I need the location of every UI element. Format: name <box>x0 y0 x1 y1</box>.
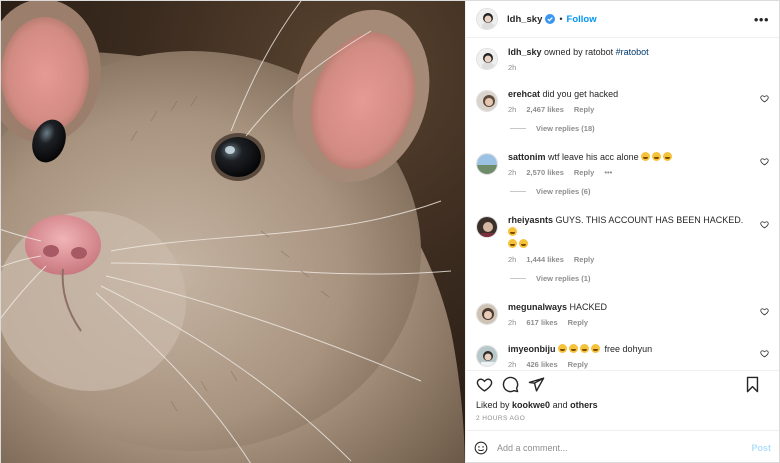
reply-button[interactable]: Reply <box>574 255 594 264</box>
replies-divider <box>510 191 526 192</box>
view-replies-label: View replies (6) <box>536 187 591 196</box>
replies-divider <box>510 128 526 129</box>
comment-likes[interactable]: 617 likes <box>526 318 557 327</box>
laughing-emoji-icon <box>663 152 673 161</box>
caption-hashtag[interactable]: #ratobot <box>616 47 649 57</box>
comment-bubble-icon[interactable] <box>502 376 519 393</box>
comment-likes[interactable]: 1,444 likes <box>526 255 564 264</box>
like-comment-heart-icon[interactable] <box>760 349 769 360</box>
rat-photo <box>1 1 465 463</box>
like-heart-icon[interactable] <box>476 376 493 393</box>
follow-button[interactable]: Follow <box>567 14 597 25</box>
laughing-emoji-icon <box>580 344 590 353</box>
comments-list[interactable]: ldh_sky owned by ratobot #ratobot 2h ere… <box>466 38 779 370</box>
comment-time: 2h <box>508 105 517 114</box>
avatar[interactable] <box>476 90 498 112</box>
comment-text: free dohyun <box>604 344 653 354</box>
share-paper-plane-icon[interactable] <box>528 376 545 393</box>
add-comment-bar: Post <box>466 430 779 463</box>
comment-more-icon[interactable]: ••• <box>604 168 612 177</box>
reply-button[interactable]: Reply <box>568 360 588 369</box>
comment-username[interactable]: erehcat <box>508 89 540 99</box>
like-comment-heart-icon[interactable] <box>760 220 769 231</box>
view-replies-label: View replies (1) <box>536 274 591 283</box>
comment-time: 2h <box>508 255 517 264</box>
separator-dot: • <box>559 14 563 24</box>
likes-prefix: Liked by <box>476 400 510 410</box>
emoji-smiley-icon[interactable] <box>474 441 488 455</box>
post-timestamp: 2 HOURS AGO <box>476 415 526 422</box>
laughing-emoji-icon <box>569 344 579 353</box>
caption-time: 2h <box>508 63 517 72</box>
comment-time: 2h <box>508 168 517 177</box>
likes-and: and <box>552 400 568 410</box>
verified-badge-icon <box>545 14 556 24</box>
like-comment-heart-icon[interactable] <box>760 157 769 168</box>
avatar[interactable] <box>476 8 498 30</box>
laughing-emoji-icon <box>652 152 662 161</box>
laughing-emoji-icon <box>641 152 651 161</box>
post-comment-button[interactable]: Post <box>751 443 771 453</box>
comment-text: did you get hacked <box>542 89 619 99</box>
view-replies-button[interactable]: View replies (1) <box>510 274 769 283</box>
post-actions <box>466 370 779 398</box>
reply-button[interactable]: Reply <box>574 168 594 177</box>
comment-likes[interactable]: 2,570 likes <box>526 168 564 177</box>
post-header: ldh_sky • Follow ••• <box>466 1 779 38</box>
instagram-post: ldh_sky • Follow ••• ldh_sky owned by ra… <box>0 0 780 463</box>
avatar[interactable] <box>476 216 498 238</box>
comment-likes[interactable]: 426 likes <box>526 360 557 369</box>
like-comment-heart-icon[interactable] <box>760 94 769 105</box>
comment-item: imyeonbiju free dohyun 2h 426 likes Repl… <box>476 343 769 369</box>
comment-username[interactable]: rheiyasnts <box>508 215 553 225</box>
comment-text: GUYS. THIS ACCOUNT HAS BEEN HACKED. <box>555 215 744 225</box>
likes-others[interactable]: others <box>570 400 598 410</box>
comment-time: 2h <box>508 360 517 369</box>
view-replies-button[interactable]: View replies (6) <box>510 187 769 196</box>
laughing-emoji-icon <box>508 227 517 236</box>
comment-item: megunalways HACKED 2h 617 likes Reply <box>476 301 769 327</box>
comment-username[interactable]: imyeonbiju <box>508 344 556 354</box>
comment-item: sattonim wtf leave his acc alone 2h 2,57… <box>476 151 769 177</box>
replies-divider <box>510 278 526 279</box>
laughing-emoji-icon <box>558 344 568 353</box>
caption-username[interactable]: ldh_sky <box>508 47 542 57</box>
avatar[interactable] <box>476 345 498 367</box>
save-bookmark-icon[interactable] <box>745 376 760 393</box>
avatar[interactable] <box>476 303 498 325</box>
reply-button[interactable]: Reply <box>568 318 588 327</box>
laughing-emoji-icon <box>508 239 517 248</box>
comment-likes[interactable]: 2,467 likes <box>526 105 564 114</box>
more-horizontal-icon[interactable]: ••• <box>754 12 769 27</box>
comment-username[interactable]: megunalways <box>508 302 567 312</box>
likes-summary: Liked by kookwe0 and others <box>466 398 779 410</box>
caption-text: owned by ratobot <box>544 47 614 57</box>
avatar[interactable] <box>476 153 498 175</box>
laughing-emoji-icon <box>519 239 528 248</box>
comment-item: rheiyasnts GUYS. THIS ACCOUNT HAS BEEN H… <box>476 214 769 264</box>
view-replies-label: View replies (18) <box>536 124 595 133</box>
post-image-rat[interactable] <box>1 1 465 463</box>
avatar[interactable] <box>476 48 498 70</box>
comment-text: wtf leave his acc alone <box>548 152 639 162</box>
header-username[interactable]: ldh_sky <box>507 14 542 25</box>
comment-username[interactable]: sattonim <box>508 152 546 162</box>
like-comment-heart-icon[interactable] <box>760 307 769 318</box>
comment-text: HACKED <box>569 302 608 312</box>
likes-user[interactable]: kookwe0 <box>512 400 550 410</box>
post-sidebar: ldh_sky • Follow ••• ldh_sky owned by ra… <box>465 1 779 463</box>
add-comment-input[interactable] <box>497 442 752 453</box>
caption: ldh_sky owned by ratobot #ratobot 2h <box>476 46 769 72</box>
comment-item: erehcat did you get hacked 2h 2,467 like… <box>476 88 769 114</box>
comment-time: 2h <box>508 318 517 327</box>
view-replies-button[interactable]: View replies (18) <box>510 124 769 133</box>
reply-button[interactable]: Reply <box>574 105 594 114</box>
laughing-emoji-icon <box>591 344 601 353</box>
